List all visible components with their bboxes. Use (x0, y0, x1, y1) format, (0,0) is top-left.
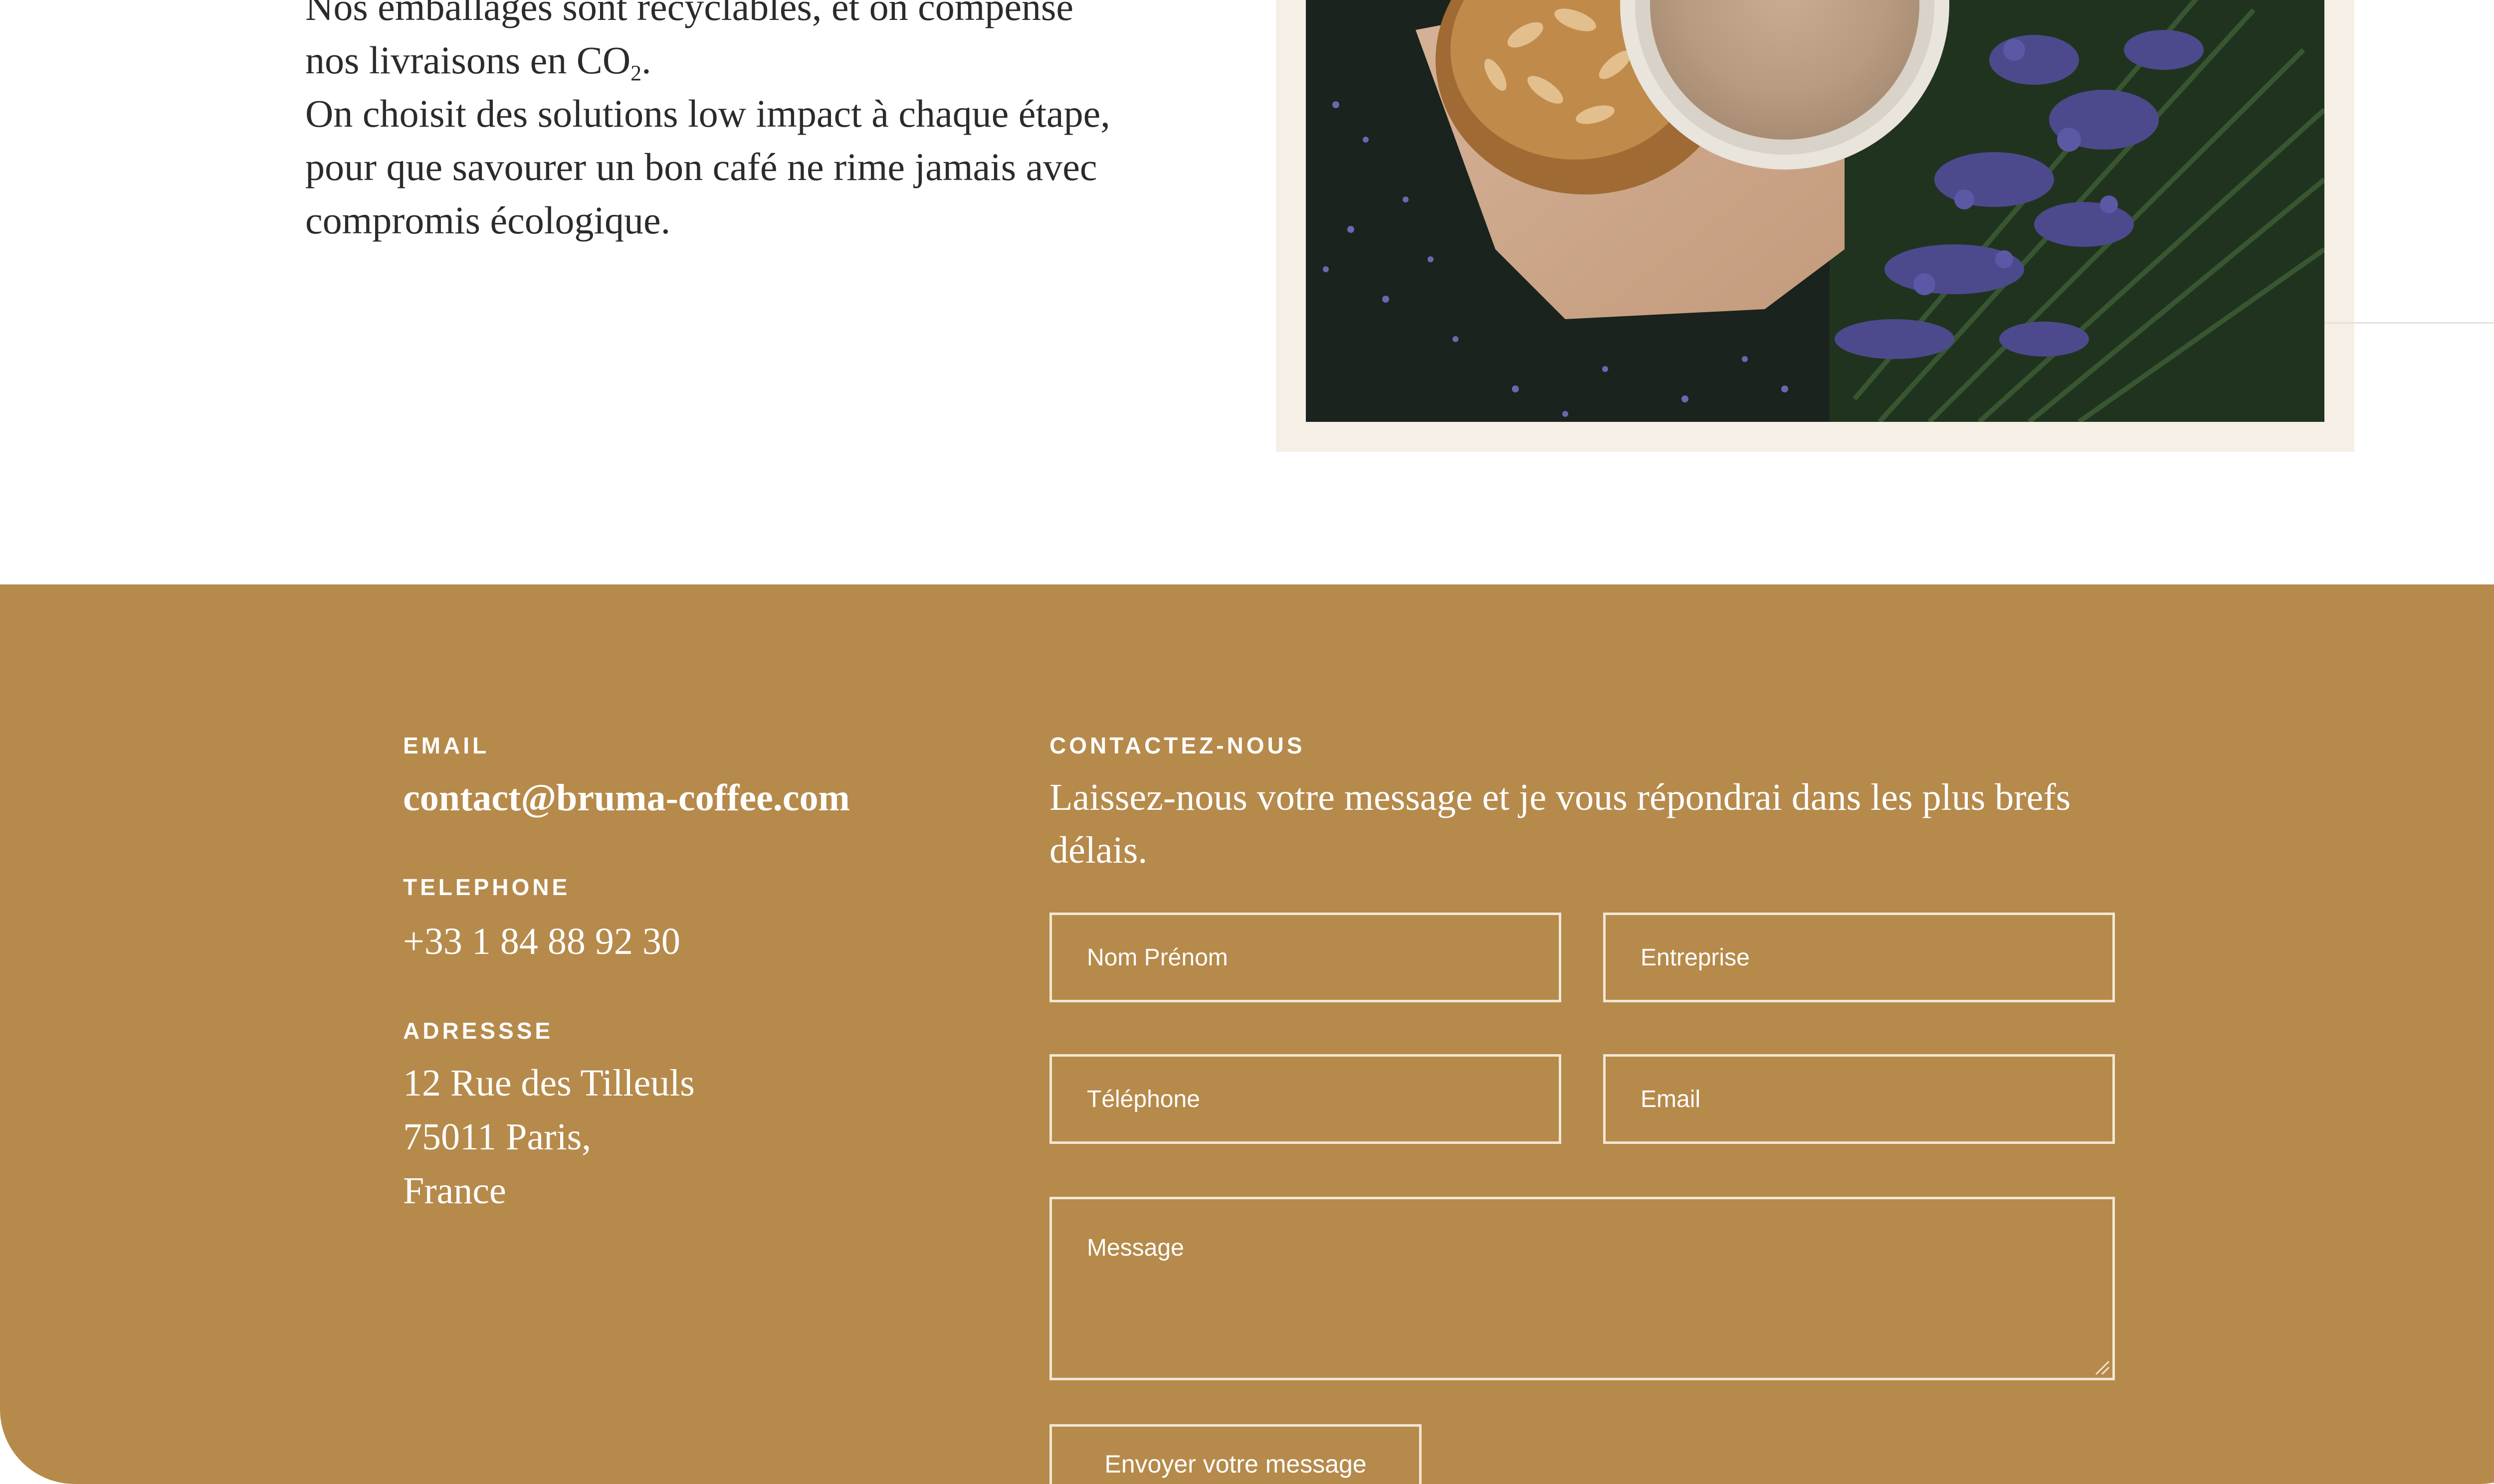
eco-paragraph-2: On choisit des solutions low impact à ch… (305, 92, 1110, 242)
eco-line-2-end: . (641, 38, 651, 82)
email-link[interactable]: contact@bruma-coffee.com (403, 771, 850, 825)
resize-grip-icon[interactable] (2093, 1358, 2110, 1375)
address-label: ADRESSSE (403, 1018, 554, 1044)
message-field[interactable] (1049, 1197, 2115, 1380)
address-value: 12 Rue des Tilleuls 75011 Paris, France (403, 1056, 695, 1218)
contact-form-intro: Laissez-nous votre message et je vous ré… (1049, 776, 2071, 871)
submit-button[interactable]: Envoyer votre message (1049, 1424, 1422, 1484)
email-field[interactable] (1603, 1054, 2115, 1144)
address-line-street: 12 Rue des Tilleuls (403, 1062, 695, 1104)
eco-line-1: Nos emballages sont recyclables, et on c… (305, 0, 1074, 28)
decorative-line (2324, 322, 2494, 324)
page: Nos emballages sont recyclables, et on c… (0, 0, 2494, 1484)
name-field[interactable] (1049, 913, 1561, 1002)
phone-field[interactable] (1049, 1054, 1561, 1144)
eco-line-2: nos livraisons en CO (305, 38, 631, 82)
email-label: EMAIL (403, 733, 490, 758)
coffee-lavender-photo (1306, 0, 2324, 422)
company-field[interactable] (1603, 913, 2115, 1002)
eco-commitment-text: Nos emballages sont recyclables, et on c… (305, 0, 1183, 247)
address-line-city: 75011 Paris, (403, 1116, 592, 1158)
contact-form-heading: CONTACTEZ-NOUS (1049, 733, 1305, 758)
phone-link[interactable]: +33 1 84 88 92 30 (403, 915, 680, 968)
address-line-country: France (403, 1170, 506, 1212)
eco-paragraph-1: Nos emballages sont recyclables, et on c… (305, 0, 1183, 87)
co2-subscript: 2 (630, 61, 642, 85)
phone-label: TELEPHONE (403, 874, 571, 900)
